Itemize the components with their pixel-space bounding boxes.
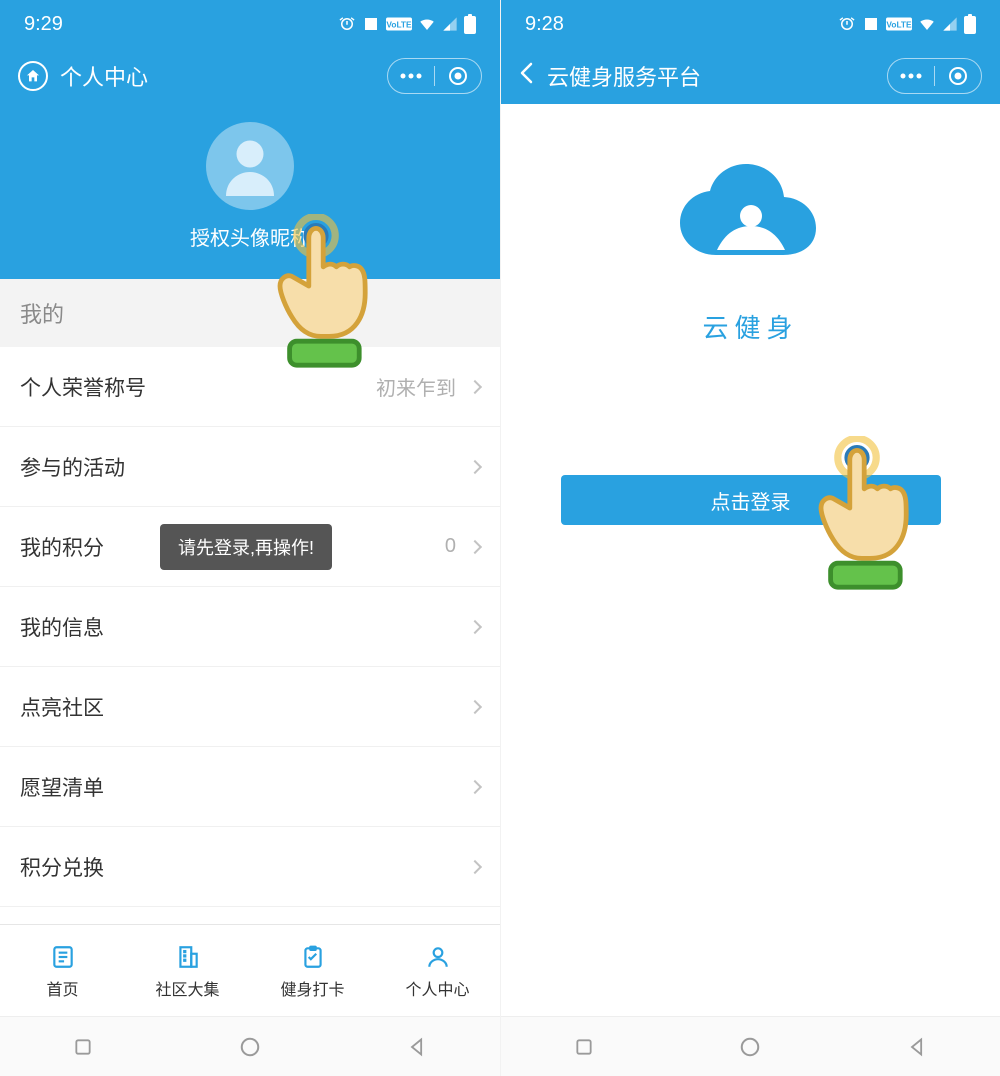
nfc-icon [862,15,880,33]
signal-icon [442,16,458,32]
system-nav-bar [0,1016,500,1076]
row-light-community[interactable]: 点亮社区 [0,667,500,747]
tab-community-market[interactable]: 社区大集 [125,925,250,1016]
miniprogram-capsule [387,58,482,94]
chevron-right-icon [468,859,482,873]
authorize-nickname-label[interactable]: 授权头像昵称 [190,222,310,251]
home-icon[interactable] [18,61,48,91]
svg-text:VoLTE: VoLTE [886,20,912,30]
nfc-icon [362,15,380,33]
capsule-close-button[interactable] [435,59,481,93]
nav-home-button[interactable] [720,1017,780,1076]
row-my-info[interactable]: 我的信息 [0,587,500,667]
tab-label: 健身打卡 [280,976,344,1000]
system-nav-bar [501,1016,1000,1076]
row-label: 个人荣誉称号 [20,372,376,402]
clipboard-icon [298,942,328,972]
status-icons: VoLTE [838,14,976,34]
nav-home-button[interactable] [220,1017,280,1076]
nav-recents-button[interactable] [554,1017,614,1076]
chevron-right-icon [468,539,482,553]
nav-back-button[interactable] [887,1017,947,1076]
wifi-icon [918,15,936,33]
login-required-toast: 请先登录,再操作! [160,524,332,570]
tab-label: 首页 [46,976,78,1000]
chevron-right-icon [468,779,482,793]
row-value: 初来乍到 [376,372,456,401]
row-label: 点亮社区 [20,692,470,722]
tab-label: 社区大集 [155,976,219,1000]
person-icon [423,942,453,972]
row-points-exchange[interactable]: 积分兑换 [0,827,500,907]
row-value: 0 [445,535,456,558]
row-label: 愿望清单 [20,772,470,802]
alarm-icon [338,15,356,33]
page-title: 云健身服务平台 [547,60,887,92]
nav-recents-button[interactable] [53,1017,113,1076]
status-bar: 9:28 VoLTE [501,0,1000,48]
row-my-points[interactable]: 我的积分 请先登录,再操作! 0 [0,507,500,587]
miniprogram-capsule [887,58,982,94]
battery-icon [964,14,976,34]
login-button[interactable]: 点击登录 [561,475,941,525]
alarm-icon [838,15,856,33]
status-time: 9:29 [24,13,63,36]
login-body: 云健身 点击登录 [501,104,1000,588]
profile-header: 授权头像昵称 [0,104,500,279]
volte-icon: VoLTE [386,17,412,31]
battery-icon [464,14,476,34]
tab-fitness-checkin[interactable]: 健身打卡 [250,925,375,1016]
row-label: 我的信息 [20,612,470,642]
my-list: 个人荣誉称号 初来乍到 参与的活动 我的积分 请先登录,再操作! 0 我的信息 … [0,347,500,924]
logo-caption: 云健身 [702,308,798,345]
sheet-icon [48,942,78,972]
chevron-right-icon [468,459,482,473]
capsule-menu-button[interactable] [888,59,934,93]
chevron-right-icon [468,379,482,393]
status-bar: 9:29 VoLTE [0,0,500,48]
row-wish-list[interactable]: 愿望清单 [0,747,500,827]
cloud-fitness-logo-icon [671,160,831,290]
wifi-icon [418,15,436,33]
tab-home[interactable]: 首页 [0,925,125,1016]
tab-personal-center[interactable]: 个人中心 [375,925,500,1016]
capsule-close-button[interactable] [935,59,981,93]
nav-back-button[interactable] [387,1017,447,1076]
row-label: 参与的活动 [20,452,470,482]
building-icon [173,942,203,972]
section-header-my: 我的 [0,279,500,347]
signal-icon [942,16,958,32]
capsule-menu-button[interactable] [388,59,434,93]
chevron-right-icon [468,699,482,713]
screen-personal-center: 9:29 VoLTE 个人中心 授权头 [0,0,500,1076]
title-bar: 云健身服务平台 [501,48,1000,104]
volte-icon: VoLTE [886,17,912,31]
page-title: 个人中心 [60,60,387,92]
screen-login: 9:28 VoLTE 云健身服务平台 [500,0,1000,1076]
login-button-label: 点击登录 [711,486,791,515]
bottom-tab-bar: 首页 社区大集 健身打卡 个人中心 [0,924,500,1016]
avatar[interactable] [206,122,294,210]
svg-text:VoLTE: VoLTE [386,20,412,30]
row-honor-title[interactable]: 个人荣誉称号 初来乍到 [0,347,500,427]
tab-label: 个人中心 [405,976,469,1000]
row-joined-activities[interactable]: 参与的活动 [0,427,500,507]
status-time: 9:28 [525,13,564,36]
row-label: 积分兑换 [20,852,470,882]
title-bar: 个人中心 [0,48,500,104]
status-icons: VoLTE [338,14,476,34]
chevron-right-icon [468,619,482,633]
back-icon[interactable] [519,62,533,90]
